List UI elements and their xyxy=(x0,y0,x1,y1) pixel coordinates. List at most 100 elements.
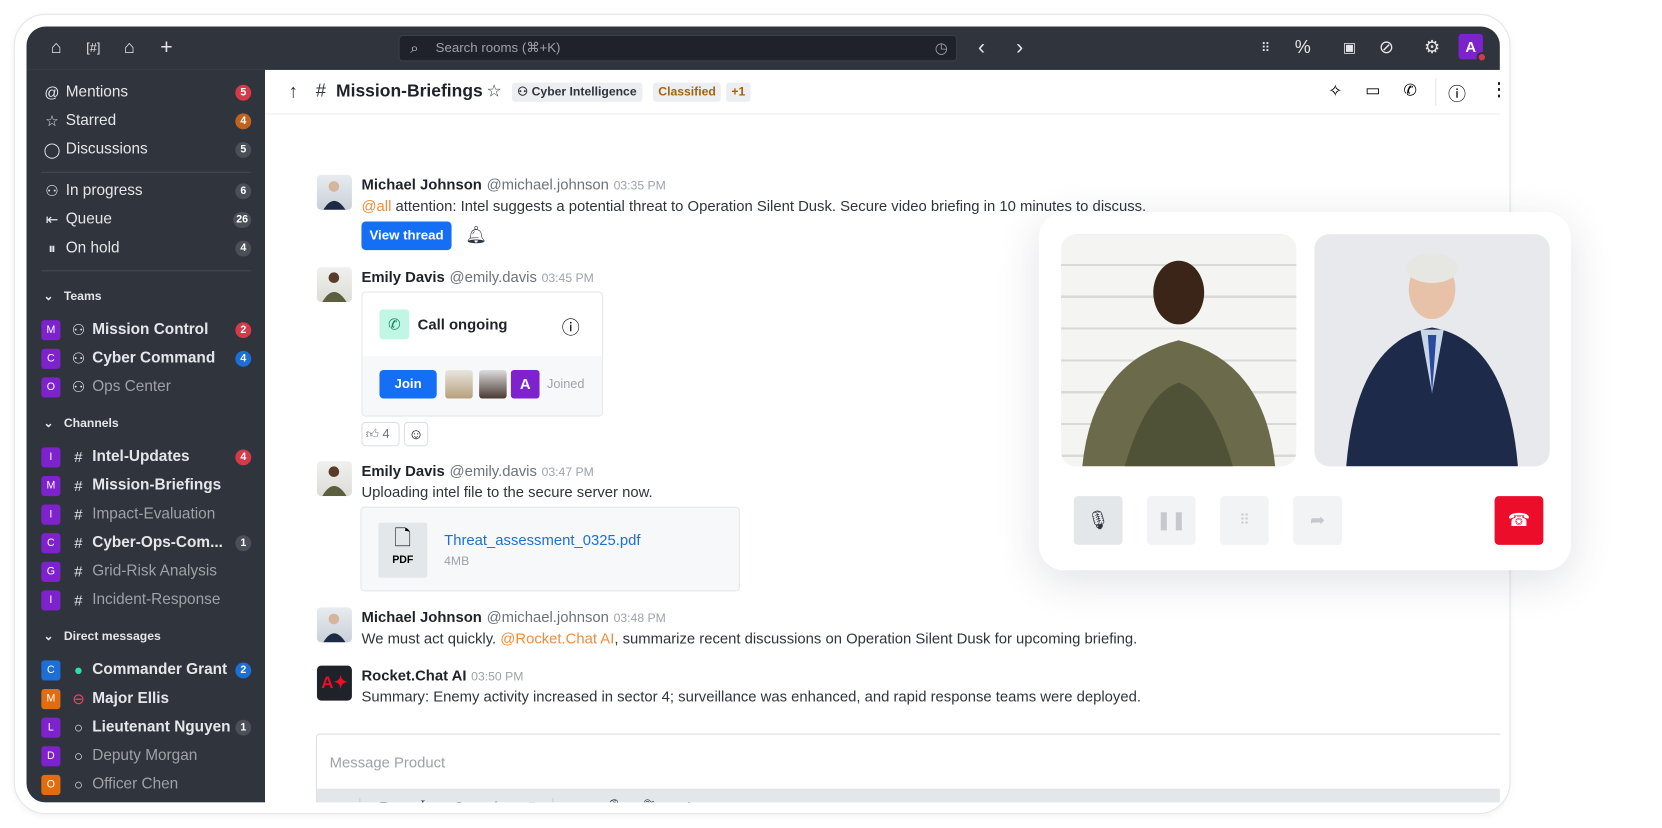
username[interactable]: @michael.johnson xyxy=(487,608,609,625)
code-block-icon[interactable]: ▯ xyxy=(522,796,543,802)
count-badge: 6 xyxy=(235,183,251,199)
percent-icon[interactable]: % xyxy=(1291,36,1314,59)
file-name-link[interactable]: Threat_assessment_0325.pdf xyxy=(444,531,640,548)
strikethrough-icon[interactable]: S xyxy=(448,796,469,802)
sidebar-item-queue[interactable]: ⇤Queue26 xyxy=(41,207,251,232)
sidebar-item-starred[interactable]: ☆Starred4 xyxy=(41,108,251,133)
sidebar-dm[interactable]: O○Officer Chen xyxy=(41,772,251,797)
info-icon[interactable]: ⓘ xyxy=(562,313,580,340)
sender-name[interactable]: Emily Davis xyxy=(361,462,444,479)
sidebar-item-in-progress[interactable]: ⚇In progress6 xyxy=(41,178,251,203)
home-icon[interactable]: ⌂ xyxy=(45,36,68,59)
queue-icon: ⇤ xyxy=(41,210,62,228)
message-input[interactable]: Message Product xyxy=(330,754,445,771)
back-arrow-icon[interactable]: ↑ xyxy=(288,81,298,103)
label: Lieutenant Nguyen xyxy=(92,719,235,736)
sidebar-channel[interactable]: G#Grid-Risk Analysis xyxy=(41,559,251,584)
sidebar-item-discussions[interactable]: ◯Discussions5 xyxy=(41,137,251,162)
transfer-call-button[interactable]: ➦ xyxy=(1293,496,1342,545)
teams-section-toggle[interactable]: ⌄ Teams xyxy=(43,288,101,303)
team-tag[interactable]: ⚇ Cyber Intelligence xyxy=(512,83,642,102)
divider xyxy=(552,798,553,802)
username[interactable]: @emily.davis xyxy=(450,268,537,285)
sidebar-item-mentions[interactable]: @Mentions5 xyxy=(41,79,251,104)
user-avatar[interactable]: A xyxy=(1459,34,1483,59)
history-icon[interactable]: ◷ xyxy=(935,36,948,60)
mention[interactable]: @all xyxy=(361,197,391,214)
attachment-icon[interactable]: 📎︎ xyxy=(641,796,662,802)
microphone-icon[interactable]: 🎙︎ xyxy=(604,796,625,802)
busy-status-icon xyxy=(1477,52,1488,63)
file-attachment[interactable]: 🗋PDF Threat_assessment_0325.pdf 4MB xyxy=(360,507,739,592)
join-call-button[interactable]: Join xyxy=(379,370,436,399)
info-icon[interactable]: ⓘ xyxy=(1448,79,1466,106)
ai-sparkle-icon[interactable]: ✧ xyxy=(1328,81,1342,102)
sidebar-channel[interactable]: I#Impact-Evaluation xyxy=(41,501,251,526)
sidebar-channel[interactable]: I#Incident-Response xyxy=(41,587,251,612)
mention[interactable]: @Rocket.Chat AI xyxy=(500,630,614,647)
contacts-icon[interactable]: ▣ xyxy=(1338,36,1361,59)
dialpad-icon[interactable]: ⠿ xyxy=(1254,36,1277,59)
label: Officer Chen xyxy=(92,776,251,793)
video-message-icon[interactable]: ▭ xyxy=(567,796,588,802)
bold-icon[interactable]: B xyxy=(374,796,395,802)
room-avatar: I xyxy=(41,504,60,524)
dialpad-button[interactable]: ⠿ xyxy=(1220,496,1269,545)
sidebar-dm[interactable]: M⊖Major Ellis xyxy=(41,686,251,711)
mute-microphone-button[interactable]: 🎙︎ xyxy=(1074,496,1123,545)
sidebar-dm[interactable]: L○Lieutenant Nguyen1 xyxy=(41,714,251,739)
username[interactable]: @emily.davis xyxy=(450,462,537,479)
sidebar-dm[interactable]: C●Commander Grant2 xyxy=(41,657,251,682)
status-off-icon[interactable]: ⊘ xyxy=(1375,36,1398,59)
marketplace-icon[interactable]: ⌂ xyxy=(118,36,141,59)
channels-section-toggle[interactable]: ⌄ Channels xyxy=(43,416,118,431)
bell-icon[interactable]: 🔔︎ xyxy=(465,225,487,246)
sidebar-channel[interactable]: I#Intel-Updates4 xyxy=(41,444,251,469)
top-bar: ⌂ [#] ⌂ + ⌕ Search rooms (⌘+K) ◷ ‹ › ⠿ %… xyxy=(26,26,1499,69)
sidebar-item-on-hold[interactable]: ⏸On hold4 xyxy=(41,235,251,260)
emoji-icon[interactable]: ☺ xyxy=(328,796,349,802)
file-size: 4MB xyxy=(444,555,469,568)
divider xyxy=(41,172,251,173)
direct-messages-section-toggle[interactable]: ⌄ Direct messages xyxy=(43,629,160,644)
end-call-button[interactable]: ☎︎ xyxy=(1495,496,1544,545)
directory-icon[interactable]: [#] xyxy=(82,36,105,59)
italic-icon[interactable]: I xyxy=(411,796,432,802)
username[interactable]: @michael.johnson xyxy=(487,176,609,193)
settings-gear-icon[interactable]: ⚙ xyxy=(1420,36,1443,59)
sidebar-team-mission-control[interactable]: M⚇Mission Control2 xyxy=(41,317,251,342)
phone-icon[interactable]: ✆ xyxy=(1403,81,1416,100)
hold-button[interactable]: ❚❚ xyxy=(1147,496,1196,545)
create-new-icon[interactable]: + xyxy=(155,36,178,59)
favorite-star-icon[interactable]: ☆ xyxy=(487,81,502,102)
video-call-icon[interactable]: ▭ xyxy=(1365,81,1380,100)
search-input[interactable]: ⌕ Search rooms (⌘+K) ◷ xyxy=(399,35,958,61)
count-badge: 1 xyxy=(235,535,251,551)
back-arrow-icon[interactable]: ‹ xyxy=(970,36,993,59)
sidebar-team-cyber-command[interactable]: C⚇Cyber Command4 xyxy=(41,346,251,371)
forward-arrow-icon[interactable]: › xyxy=(1008,36,1031,59)
team-icon: ⚇ xyxy=(68,321,89,339)
view-thread-button[interactable]: View thread xyxy=(361,222,451,251)
plus-icon[interactable]: + xyxy=(678,796,699,802)
divider xyxy=(41,270,251,271)
label: Mentions xyxy=(66,84,236,101)
message-text: Summary: Enemy activity increased in sec… xyxy=(361,688,1140,705)
room-header: ↑ # Mission-Briefings ☆ ⚇ Cyber Intellig… xyxy=(265,70,1500,115)
sidebar-dm[interactable]: D○Deputy Morgan xyxy=(41,743,251,768)
sender-name[interactable]: Michael Johnson xyxy=(361,608,481,625)
sender-name[interactable]: Michael Johnson xyxy=(361,176,481,193)
classified-tag[interactable]: Classified xyxy=(653,83,721,102)
user-arrow-icon: ⚇ xyxy=(41,182,62,200)
code-icon[interactable]: </> xyxy=(484,796,505,802)
send-icon[interactable]: ➢ xyxy=(1469,796,1490,802)
sender-name[interactable]: Rocket.Chat AI xyxy=(361,667,466,684)
sidebar-channel[interactable]: C#Cyber-Ops-Com...1 xyxy=(41,530,251,555)
more-tags[interactable]: +1 xyxy=(726,83,751,102)
sidebar-team-ops-center[interactable]: O⚇Ops Center xyxy=(41,374,251,399)
sender-name[interactable]: Emily Davis xyxy=(361,268,444,285)
reaction-thumbs-up[interactable]: 👍︎ 4 xyxy=(361,422,399,446)
add-reaction-icon[interactable]: ☺ xyxy=(404,422,428,446)
kebab-menu-icon[interactable]: ⋮ xyxy=(1490,79,1500,100)
sidebar-channel[interactable]: M#Mission-Briefings xyxy=(41,473,251,498)
